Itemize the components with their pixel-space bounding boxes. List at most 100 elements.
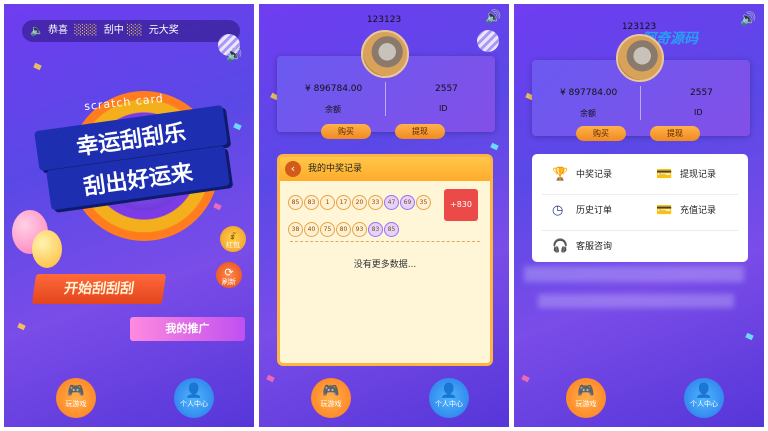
menu-divider <box>542 194 738 195</box>
menu-winning-records[interactable]: 🏆 中奖记录 <box>552 164 612 186</box>
menu-customer-service[interactable]: 🎧 客服咨询 <box>552 236 612 258</box>
id-label: ID <box>694 108 703 117</box>
my-promotion-button[interactable]: 我的推广 <box>130 317 245 341</box>
card-icon: 💳 <box>656 203 673 218</box>
avatar <box>616 34 664 82</box>
nav-personal-center[interactable]: 👤 个人中心 <box>684 378 724 418</box>
number-ball: 1 <box>320 195 335 210</box>
blurred-content <box>538 294 734 308</box>
number-ball: 80 <box>336 222 351 237</box>
number-ball: 40 <box>304 222 319 237</box>
music-orb-icon[interactable] <box>477 30 499 52</box>
user-icon: 👤 <box>440 383 458 399</box>
nav-personal-center[interactable]: 👤 个人中心 <box>174 378 214 418</box>
nav-personal-center-label: 个人中心 <box>180 400 208 408</box>
number-ball: 75 <box>320 222 335 237</box>
menu-recharge-records[interactable]: 💳 充值记录 <box>656 200 716 222</box>
nav-play-game[interactable]: 🎮 玩游戏 <box>311 378 351 418</box>
withdraw-button[interactable]: 提现 <box>395 124 445 139</box>
menu-divider <box>542 230 738 231</box>
sound-toggle-icon[interactable]: 🔊 <box>485 10 501 25</box>
number-ball: 69 <box>400 195 415 210</box>
number-ball: 17 <box>336 195 351 210</box>
balance-value: ¥ 897784.00 <box>560 88 618 98</box>
confetti <box>266 374 275 383</box>
win-amount-badge: +830 <box>444 189 478 221</box>
winner-marquee: 🔈 恭喜 ░░░ 刮中 ░░ 元大奖 <box>22 20 240 42</box>
refresh-icon[interactable]: ⟳ 刷新 <box>216 262 242 288</box>
number-ball: 93 <box>352 222 367 237</box>
marquee-text-a: 恭喜 <box>48 25 68 36</box>
divider <box>385 82 386 116</box>
number-ball: 35 <box>416 195 431 210</box>
top-user-id: 123123 <box>366 15 402 25</box>
confetti <box>233 122 242 131</box>
nav-play-game-label: 玩游戏 <box>320 400 342 408</box>
user-menu: 🏆 中奖记录 💳 提现记录 ◷ 历史订单 💳 充值记录 🎧 客服咨询 <box>532 154 748 262</box>
withdraw-button[interactable]: 提现 <box>650 126 700 141</box>
balance-value: ¥ 896784.00 <box>305 84 363 94</box>
speaker-icon: 🔈 <box>30 24 44 37</box>
user-icon: 👤 <box>185 383 203 399</box>
wallet-icon: 💳 <box>656 167 673 182</box>
records-header: ‹ 我的中奖记录 <box>280 157 490 181</box>
avatar <box>361 30 409 78</box>
sound-toggle-icon[interactable]: 🔊 <box>740 12 756 27</box>
nav-play-game-label: 玩游戏 <box>575 400 597 408</box>
nav-play-game[interactable]: 🎮 玩游戏 <box>56 378 96 418</box>
nav-play-game-label: 玩游戏 <box>65 400 87 408</box>
confetti <box>521 374 530 383</box>
marquee-blurred-amount: ░░ <box>127 25 146 36</box>
start-scratch-button[interactable]: 开始刮刮刮 <box>31 274 167 304</box>
number-ball: 85 <box>288 195 303 210</box>
back-chevron-icon[interactable]: ‹ <box>285 161 301 177</box>
menu-customer-service-label: 客服咨询 <box>576 242 613 252</box>
marquee-text-c: 元大奖 <box>148 25 179 36</box>
trophy-icon: 🏆 <box>552 167 569 182</box>
menu-winning-records-label: 中奖记录 <box>576 170 613 180</box>
gamepad-icon: 🎮 <box>322 383 340 399</box>
number-ball: 38 <box>288 222 303 237</box>
confetti <box>490 142 499 151</box>
headset-icon: 🎧 <box>552 239 569 254</box>
number-balls: 85 83 1 17 20 33 47 69 3538 40 75 80 93 83 85 <box>288 189 438 243</box>
personal-center-screen: 123123 阿奇源码 🔊 ¥ 897784.00 余额 2557 ID 购买 … <box>514 4 764 427</box>
menu-order-history[interactable]: ◷ 历史订单 <box>552 200 612 222</box>
menu-withdraw-records[interactable]: 💳 提现记录 <box>656 164 716 186</box>
balance-label: 余额 <box>325 105 341 114</box>
confetti <box>17 322 26 331</box>
confetti <box>745 332 754 341</box>
number-ball: 83 <box>368 222 383 237</box>
number-ball: 47 <box>384 195 399 210</box>
gamepad-icon: 🎮 <box>67 383 85 399</box>
gamepad-icon: 🎮 <box>577 383 595 399</box>
marquee-blurred-name: ░░░ <box>71 25 101 36</box>
menu-withdraw-records-label: 提现记录 <box>680 170 717 180</box>
menu-order-history-label: 历史订单 <box>576 206 613 216</box>
divider <box>640 86 641 120</box>
user-icon: 👤 <box>695 383 713 399</box>
nav-personal-center-label: 个人中心 <box>690 400 718 408</box>
nav-play-game[interactable]: 🎮 玩游戏 <box>566 378 606 418</box>
id-value: 2557 <box>435 84 458 94</box>
buy-button[interactable]: 购买 <box>321 124 371 139</box>
dashed-divider <box>290 241 480 242</box>
number-ball: 83 <box>304 195 319 210</box>
sound-toggle-icon[interactable]: 🔊 <box>226 48 242 63</box>
menu-recharge-records-label: 充值记录 <box>680 206 717 216</box>
id-label: ID <box>439 104 448 113</box>
no-more-data-text: 没有更多数据... <box>353 260 417 270</box>
id-value: 2557 <box>690 88 713 98</box>
game-home-screen: 🔈 恭喜 ░░░ 刮中 ░░ 元大奖 🔊 scratch card 幸运刮刮乐 … <box>4 4 254 427</box>
number-ball: 20 <box>352 195 367 210</box>
blurred-content <box>524 266 744 282</box>
red-envelope-icon[interactable]: 💰 红包 <box>220 226 246 252</box>
balloon-decor <box>32 230 62 268</box>
clock-icon: ◷ <box>552 203 564 218</box>
top-user-id: 123123 <box>621 22 657 32</box>
buy-button[interactable]: 购买 <box>576 126 626 141</box>
records-card: ‹ 我的中奖记录 85 83 1 17 20 33 47 69 3538 40 75 80 93 83 85… <box>277 154 493 366</box>
records-title: 我的中奖记录 <box>308 164 363 174</box>
nav-personal-center[interactable]: 👤 个人中心 <box>429 378 469 418</box>
number-ball: 33 <box>368 195 383 210</box>
